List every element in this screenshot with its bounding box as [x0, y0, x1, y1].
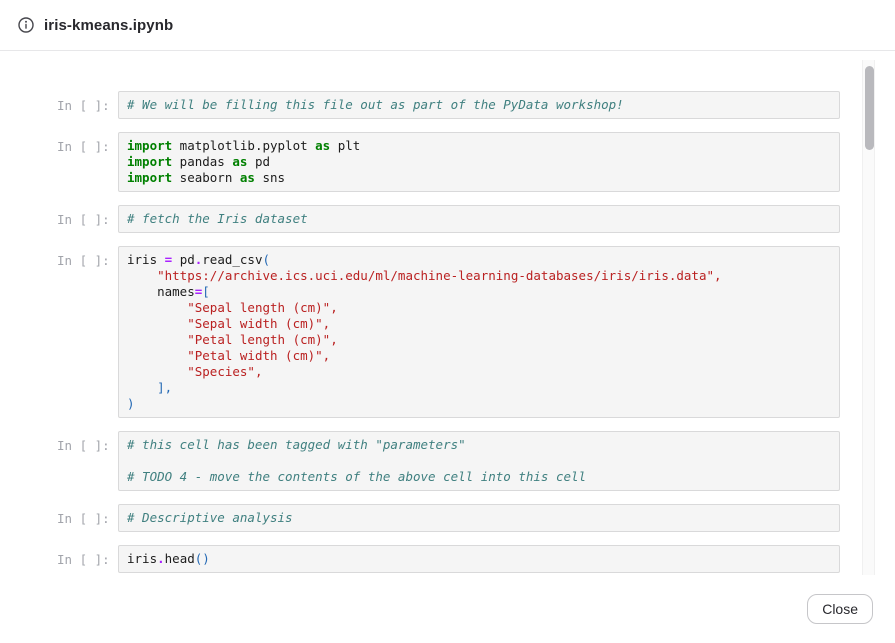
code-line: iris.head()	[127, 551, 831, 567]
notebook-cell: In [ ]: # Descriptive analysis	[57, 504, 840, 532]
close-button[interactable]: Close	[807, 594, 873, 624]
cell-code: # We will be filling this file out as pa…	[118, 91, 840, 119]
cell-prompt: In [ ]:	[57, 205, 118, 228]
code-line: # We will be filling this file out as pa…	[127, 97, 831, 113]
code-line	[127, 453, 831, 469]
code-line: "https://archive.ics.uci.edu/ml/machine-…	[127, 268, 831, 284]
code-line: iris = pd.read_csv(	[127, 252, 831, 268]
cell-prompt: In [ ]:	[57, 132, 118, 155]
cell-code: # this cell has been tagged with "parame…	[118, 431, 840, 491]
code-line: names=[	[127, 284, 831, 300]
cell-code: iris = pd.read_csv( "https://archive.ics…	[118, 246, 840, 418]
notebook-preview: In [ ]: # We will be filling this file ou…	[0, 51, 895, 575]
code-line: import seaborn as sns	[127, 170, 831, 186]
cell-code: # Descriptive analysis	[118, 504, 840, 532]
code-line: # Descriptive analysis	[127, 510, 831, 526]
code-line: import pandas as pd	[127, 154, 831, 170]
notebook-cell: In [ ]: # We will be filling this file ou…	[57, 91, 840, 119]
code-line: "Species",	[127, 364, 831, 380]
code-line: "Sepal width (cm)",	[127, 316, 831, 332]
code-line: "Petal width (cm)",	[127, 348, 831, 364]
cell-code: iris.head()	[118, 545, 840, 573]
code-line: ],	[127, 380, 831, 396]
cell-prompt: In [ ]:	[57, 91, 118, 114]
notebook-cell: In [ ]: iris.head()	[57, 545, 840, 573]
code-line: # fetch the Iris dataset	[127, 211, 831, 227]
info-icon	[18, 17, 34, 33]
cell-prompt: In [ ]:	[57, 246, 118, 269]
notebook-cell: In [ ]:import matplotlib.pyplot as pltim…	[57, 132, 840, 192]
cell-code: # fetch the Iris dataset	[118, 205, 840, 233]
notebook-cell: In [ ]:iris = pd.read_csv( "https://arch…	[57, 246, 840, 418]
scrollbar-track[interactable]	[862, 60, 875, 575]
code-line: # TODO 4 - move the contents of the abov…	[127, 469, 831, 485]
code-line: )	[127, 396, 831, 412]
notebook-cell: In [ ]: # this cell has been tagged with …	[57, 431, 840, 491]
cell-prompt: In [ ]:	[57, 545, 118, 568]
modal-header: iris-kmeans.ipynb	[0, 0, 895, 51]
cell-code: import matplotlib.pyplot as pltimport pa…	[118, 132, 840, 192]
scrollbar-thumb[interactable]	[865, 66, 874, 150]
cell-prompt: In [ ]:	[57, 504, 118, 527]
notebook-cell: In [ ]: # fetch the Iris dataset	[57, 205, 840, 233]
modal-footer: Close	[0, 575, 895, 643]
code-line: "Petal length (cm)",	[127, 332, 831, 348]
code-line: "Sepal length (cm)",	[127, 300, 831, 316]
cell-prompt: In [ ]:	[57, 431, 118, 454]
file-title: iris-kmeans.ipynb	[44, 17, 173, 34]
file-preview-modal: iris-kmeans.ipynb In [ ]: # We will be fi…	[0, 0, 895, 643]
code-line: import matplotlib.pyplot as plt	[127, 138, 831, 154]
notebook-cells: In [ ]: # We will be filling this file ou…	[0, 51, 895, 573]
code-line: # this cell has been tagged with "parame…	[127, 437, 831, 453]
